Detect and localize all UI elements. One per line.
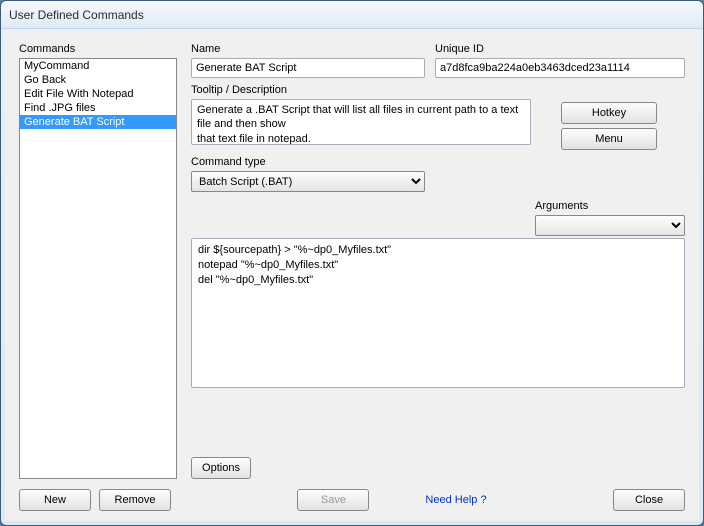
name-label: Name (191, 43, 425, 55)
arguments-label: Arguments (535, 200, 685, 212)
tooltip-label: Tooltip / Description (191, 84, 531, 96)
list-item[interactable]: Edit File With Notepad (20, 87, 176, 101)
window-title: User Defined Commands (9, 8, 144, 22)
titlebar[interactable]: User Defined Commands (1, 1, 703, 29)
list-item[interactable]: MyCommand (20, 59, 176, 73)
save-button[interactable]: Save (297, 489, 369, 511)
hotkey-button[interactable]: Hotkey (561, 102, 657, 124)
command-type-group: Command type Batch Script (.BAT) (191, 156, 425, 192)
new-button[interactable]: New (19, 489, 91, 511)
list-item[interactable]: Find .JPG files (20, 101, 176, 115)
name-id-row: Name Unique ID (191, 43, 685, 78)
list-item[interactable]: Generate BAT Script (20, 115, 176, 129)
arguments-select[interactable] (535, 215, 685, 236)
unique-id-input[interactable] (435, 58, 685, 78)
name-input[interactable] (191, 58, 425, 78)
arguments-row: Arguments (191, 200, 685, 236)
list-item[interactable]: Go Back (20, 73, 176, 87)
side-buttons: Hotkey Menu (561, 102, 657, 150)
dialog-window: User Defined Commands Commands MyCommand… (0, 0, 704, 526)
bottom-bar: New Remove Save Need Help ? Close (19, 479, 685, 515)
close-button[interactable]: Close (613, 489, 685, 511)
commands-label: Commands (19, 43, 177, 55)
options-row: Options (191, 457, 685, 479)
unique-id-label: Unique ID (435, 43, 685, 55)
script-area (191, 238, 685, 453)
dialog-content: Commands MyCommandGo BackEdit File With … (5, 33, 699, 521)
commands-panel: Commands MyCommandGo BackEdit File With … (19, 43, 177, 479)
tooltip-textarea[interactable] (191, 99, 531, 145)
command-type-label: Command type (191, 156, 425, 168)
commands-listbox[interactable]: MyCommandGo BackEdit File With NotepadFi… (19, 58, 177, 479)
options-button[interactable]: Options (191, 457, 251, 479)
command-type-select[interactable]: Batch Script (.BAT) (191, 171, 425, 192)
main-area: Commands MyCommandGo BackEdit File With … (19, 43, 685, 479)
tooltip-row: Tooltip / Description Hotkey Menu (191, 84, 685, 150)
details-panel: Name Unique ID Tooltip / Description Hot (191, 43, 685, 479)
help-link[interactable]: Need Help ? (425, 494, 486, 506)
menu-button[interactable]: Menu (561, 128, 657, 150)
remove-button[interactable]: Remove (99, 489, 171, 511)
script-textarea[interactable] (191, 238, 685, 388)
